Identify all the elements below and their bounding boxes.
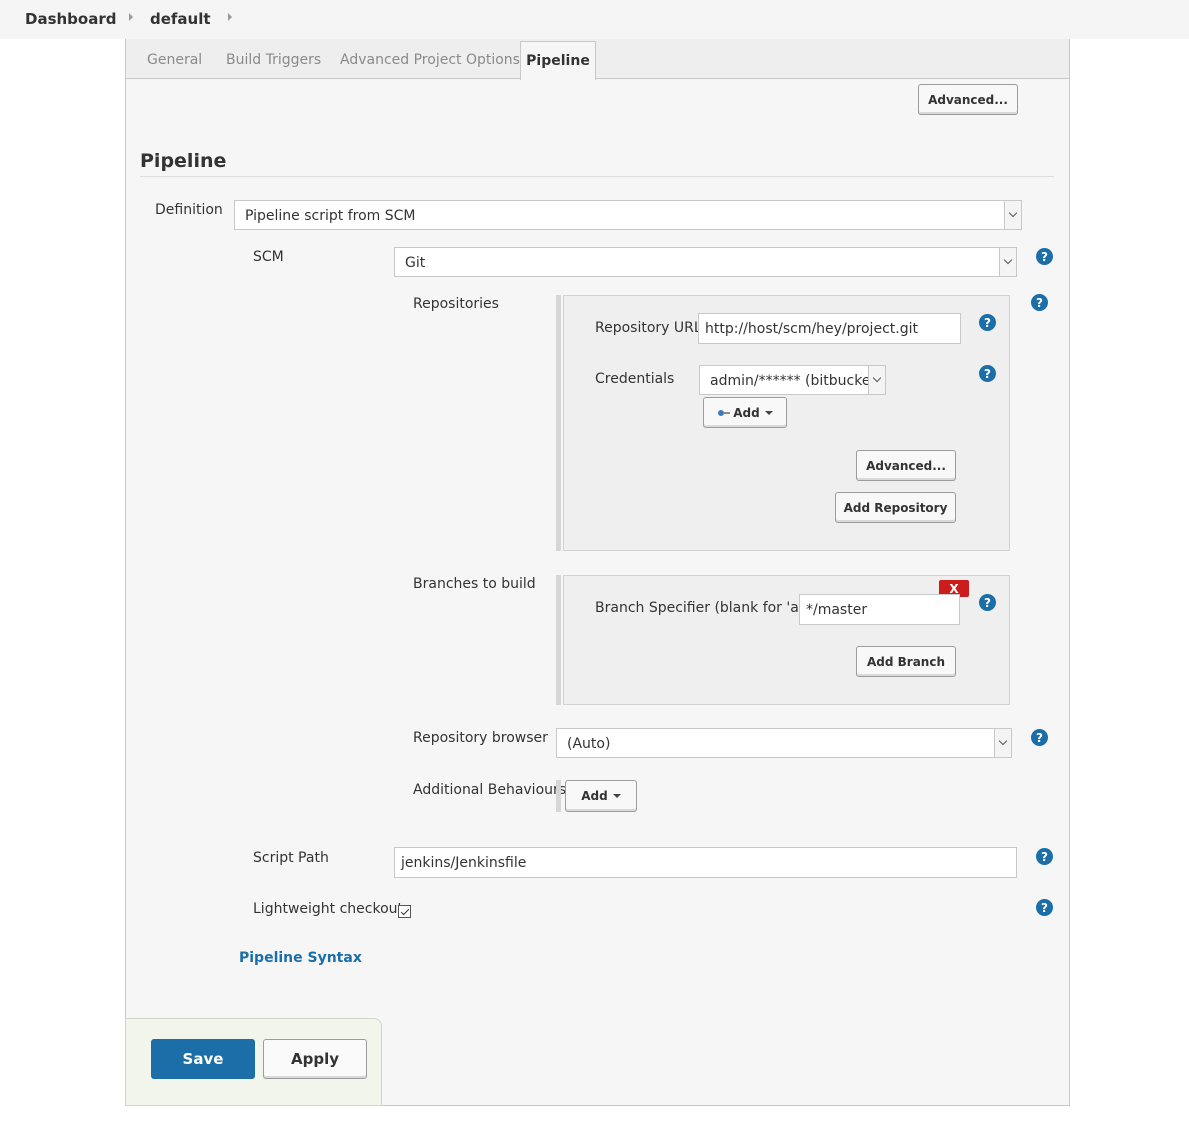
branch-specifier-input[interactable]: */master bbox=[799, 594, 960, 625]
checkmark-icon bbox=[400, 906, 409, 915]
definition-select[interactable]: Pipeline script from SCM bbox=[234, 200, 1022, 230]
repository-browser-select[interactable]: (Auto) bbox=[556, 728, 1012, 758]
branches-bar bbox=[556, 575, 561, 705]
tab-pipeline[interactable]: Pipeline bbox=[520, 41, 596, 80]
definition-label: Definition bbox=[155, 202, 223, 218]
lightweight-checkout-checkbox[interactable] bbox=[398, 905, 411, 918]
section-divider bbox=[140, 176, 1054, 177]
additional-behaviours-bar bbox=[556, 780, 561, 812]
scm-value: Git bbox=[405, 255, 426, 271]
definition-value: Pipeline script from SCM bbox=[245, 208, 416, 224]
breadcrumb-dashboard[interactable]: Dashboard bbox=[25, 10, 116, 28]
chevron-down-icon bbox=[1004, 201, 1021, 229]
breadcrumb-default[interactable]: default bbox=[150, 10, 211, 28]
credentials-value: admin/****** (bitbucket) bbox=[710, 373, 882, 389]
add-branch-button[interactable]: Add Branch bbox=[856, 646, 956, 677]
add-repository-button[interactable]: Add Repository bbox=[835, 492, 956, 523]
scm-select[interactable]: Git bbox=[394, 247, 1017, 277]
save-button[interactable]: Save bbox=[151, 1039, 255, 1079]
help-icon[interactable]: ? bbox=[1031, 729, 1048, 746]
help-icon[interactable]: ? bbox=[979, 365, 996, 382]
add-credentials-button[interactable]: Add bbox=[703, 397, 787, 428]
chevron-down-icon bbox=[999, 248, 1016, 276]
advanced-button[interactable]: Advanced... bbox=[918, 84, 1018, 115]
section-title: Pipeline bbox=[140, 150, 227, 172]
help-icon[interactable]: ? bbox=[1036, 899, 1053, 916]
lightweight-checkout-label: Lightweight checkout bbox=[253, 901, 404, 917]
script-path-input[interactable]: jenkins/Jenkinsfile bbox=[394, 847, 1017, 878]
add-credentials-label: Add bbox=[733, 405, 760, 420]
chevron-down-icon bbox=[868, 366, 885, 394]
apply-button[interactable]: Apply bbox=[263, 1039, 367, 1079]
repositories-label: Repositories bbox=[413, 296, 499, 312]
credentials-label: Credentials bbox=[595, 371, 675, 387]
tab-advanced-project-options[interactable]: Advanced Project Options bbox=[340, 52, 520, 68]
branch-specifier-label: Branch Specifier (blank for 'any') bbox=[595, 600, 826, 616]
add-behaviour-label: Add bbox=[581, 789, 608, 803]
repository-url-input[interactable]: http://host/scm/hey/project.git bbox=[698, 313, 961, 344]
scm-label: SCM bbox=[253, 249, 284, 265]
add-behaviour-button[interactable]: Add bbox=[565, 780, 637, 812]
repository-browser-value: (Auto) bbox=[567, 736, 611, 752]
breadcrumb-separator-icon bbox=[129, 13, 133, 21]
help-icon[interactable]: ? bbox=[979, 594, 996, 611]
repository-url-label: Repository URL bbox=[595, 320, 702, 336]
caret-down-icon bbox=[764, 410, 773, 415]
repository-browser-label: Repository browser bbox=[413, 730, 548, 746]
help-icon[interactable]: ? bbox=[1036, 848, 1053, 865]
tab-general[interactable]: General bbox=[147, 52, 202, 68]
repository-advanced-button[interactable]: Advanced... bbox=[856, 450, 956, 481]
credentials-select[interactable]: admin/****** (bitbucket) bbox=[699, 365, 886, 395]
script-path-label: Script Path bbox=[253, 850, 329, 866]
key-icon bbox=[718, 409, 731, 416]
branches-label: Branches to build bbox=[413, 576, 536, 592]
breadcrumb-dropdown-icon[interactable] bbox=[228, 13, 232, 21]
caret-down-icon bbox=[612, 794, 621, 798]
chevron-down-icon bbox=[994, 729, 1011, 757]
help-icon[interactable]: ? bbox=[1031, 294, 1048, 311]
additional-behaviours-label: Additional Behaviours bbox=[413, 782, 567, 798]
help-icon[interactable]: ? bbox=[1036, 248, 1053, 265]
pipeline-syntax-link[interactable]: Pipeline Syntax bbox=[239, 950, 362, 966]
repositories-bar bbox=[556, 295, 561, 551]
tab-build-triggers[interactable]: Build Triggers bbox=[226, 52, 321, 68]
help-icon[interactable]: ? bbox=[979, 314, 996, 331]
